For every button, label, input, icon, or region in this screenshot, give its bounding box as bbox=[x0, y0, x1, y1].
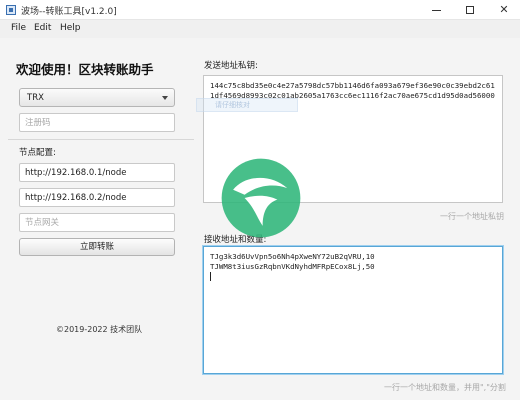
app-window-icon bbox=[6, 5, 16, 15]
recv-textarea[interactable]: TJg3k3d6UvVpn5o6Nh4pXweNY72uB2qVRU,10 TJ… bbox=[203, 246, 503, 374]
recv-hint: 一行一个地址和数量，并用","分割 bbox=[384, 383, 506, 392]
maximize-button[interactable] bbox=[453, 0, 487, 20]
text-caret bbox=[210, 272, 211, 281]
menu-file[interactable]: File bbox=[11, 23, 26, 33]
reg-code-input[interactable] bbox=[19, 113, 175, 132]
send-keys-hint: 一行一个地址私钥 bbox=[440, 212, 504, 221]
transfer-button[interactable]: 立即转账 bbox=[19, 238, 175, 256]
menu-edit[interactable]: Edit bbox=[34, 23, 51, 33]
node2-input[interactable] bbox=[19, 188, 175, 207]
close-button[interactable]: ✕ bbox=[487, 0, 520, 20]
minimize-icon bbox=[431, 9, 441, 11]
menu-bar: File Edit Help bbox=[0, 20, 520, 38]
send-keys-textarea[interactable]: 144c75c8bd35e0c4e27a5798dc57bb1146d6fa09… bbox=[203, 75, 503, 203]
maximize-icon bbox=[466, 6, 474, 14]
title-bar: 波场--转账工具[v1.2.0] ✕ bbox=[0, 0, 520, 20]
node-section-label: 节点配置: bbox=[19, 148, 56, 158]
token-select-value: TRX bbox=[27, 93, 44, 103]
chevron-down-icon bbox=[162, 96, 168, 100]
divider bbox=[8, 139, 194, 140]
recv-label: 接收地址和数量: bbox=[204, 235, 267, 245]
window-title: 波场--转账工具[v1.2.0] bbox=[21, 7, 117, 17]
menu-help[interactable]: Help bbox=[60, 23, 81, 33]
copyright-text: ©2019-2022 技术团队 bbox=[56, 325, 143, 334]
send-keys-label: 发送地址私钥: bbox=[204, 61, 258, 71]
gateway-input[interactable] bbox=[19, 213, 175, 232]
node1-input[interactable] bbox=[19, 163, 175, 182]
faded-tooltip: 请仔细核对 bbox=[196, 98, 298, 112]
recv-text: TJg3k3d6UvVpn5o6Nh4pXweNY72uB2qVRU,10 TJ… bbox=[210, 252, 375, 271]
minimize-button[interactable] bbox=[419, 0, 453, 20]
app-title: 欢迎使用！区块转账助手 bbox=[16, 62, 154, 77]
close-icon: ✕ bbox=[499, 3, 509, 16]
token-select[interactable]: TRX bbox=[19, 88, 175, 107]
